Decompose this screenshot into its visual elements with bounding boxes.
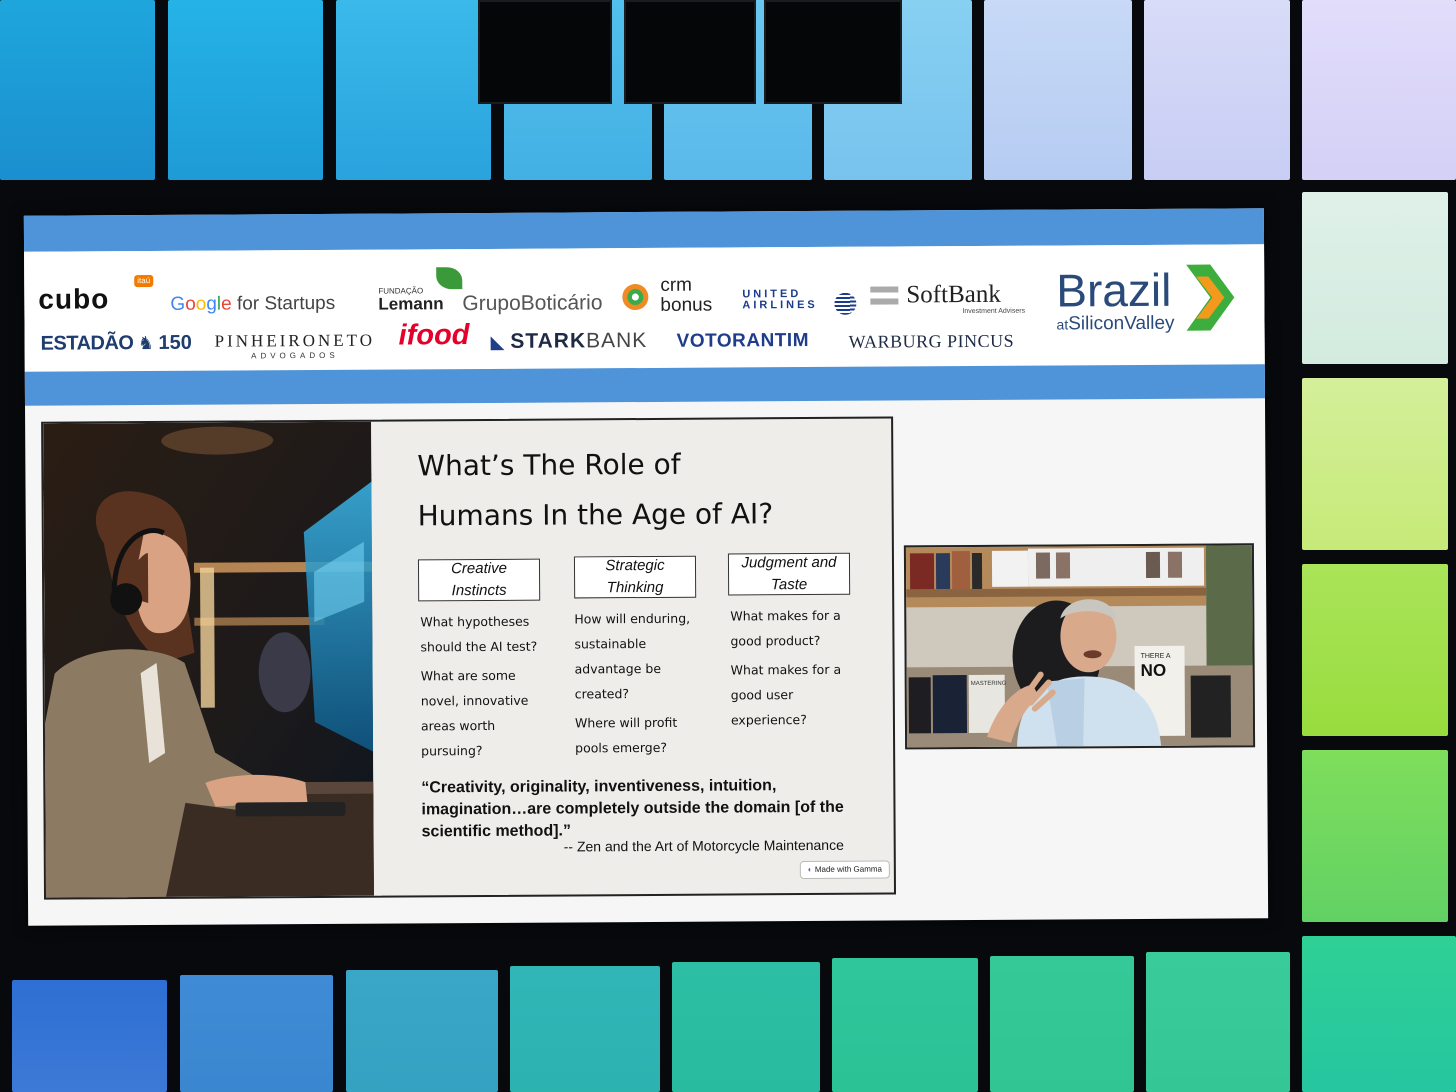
google-text: Google — [170, 293, 232, 315]
column-item: Where will profit pools emerge? — [574, 714, 678, 756]
crm-text: crm — [660, 274, 692, 296]
softbank-text: SoftBank — [906, 280, 1001, 309]
column-heading-line: Taste — [770, 576, 808, 594]
quote-attribution: -- Zen and the Art of Motorcycle Mainten… — [563, 836, 844, 855]
silicon-valley-text: SiliconValley — [1068, 312, 1175, 335]
column-item: How will enduring, sustainable advantage… — [574, 610, 691, 702]
grupo-boticario-logo: GrupoBoticário — [462, 291, 603, 316]
column-heading-line: Creative — [451, 559, 507, 578]
slide-title-line2: Humans In the Age of AI? — [417, 497, 774, 533]
votorantim-logo: VOTORANTIM — [676, 330, 810, 352]
projected-slide: cubo itaú Google for Startups FUNDAÇÃO L… — [23, 208, 1269, 926]
softbank-subtitle: Investment Advisers — [962, 307, 1026, 316]
gamma-badge-text: Made with Gamma — [814, 864, 882, 874]
softbank-bars-icon — [870, 286, 899, 305]
column-heading-line: Instincts — [451, 581, 507, 600]
brazil-text: Brazil — [1056, 263, 1172, 317]
column-body-creative-instincts: What hypotheses should the AI test? What… — [420, 609, 549, 768]
made-with-gamma-badge: ◐ Made with Gamma — [799, 860, 890, 880]
column-heading-line: Strategic — [605, 556, 665, 575]
bank-text: BANK — [586, 328, 648, 353]
advogados-text: ADVOGADOS — [251, 350, 339, 361]
estadao-150-text: 150 — [158, 331, 192, 354]
brazil-at-silicon-valley-logo: Brazil atSiliconValley — [1056, 263, 1235, 336]
woman-at-computer-photo — [43, 421, 375, 898]
united-airlines-logo: UNITED AIRLINES — [742, 288, 857, 315]
lemann-text: Lemann — [378, 294, 444, 314]
no-book-text: NO — [1141, 661, 1167, 680]
speaker-box — [764, 0, 902, 104]
slide-content-card: What’s The Role of Humans In the Age of … — [41, 416, 897, 900]
column-heading-creative-instincts: Creative Instincts — [417, 558, 541, 602]
slide-text-area: What’s The Role of Humans In the Age of … — [371, 419, 894, 896]
stark-text: STARK — [510, 329, 587, 353]
mastering-book-text: MASTERING — [971, 681, 1007, 687]
column-item: What makes for a good user experience? — [730, 661, 842, 728]
estadao-logo: ESTADÃO ♞ 150 — [40, 331, 192, 355]
speaker-video-feed: MASTERING THERE A NO — [903, 543, 1256, 750]
column-heading-line: Thinking — [606, 578, 664, 597]
column-item: What are some novel, innovative areas wo… — [420, 667, 529, 759]
ifood-logo: ifood — [398, 319, 470, 352]
stark-bank-logo: ◣ STARKBANK — [490, 328, 648, 353]
airlines-text: AIRLINES — [742, 298, 818, 312]
zen-quote: “Creativity, originality, inventiveness,… — [421, 777, 844, 841]
google-for-startups-logo: Google for Startups — [170, 292, 336, 315]
bonus-text: bonus — [660, 294, 713, 316]
estadao-text: ESTADÃO — [40, 332, 134, 355]
column-heading-line: Judgment and — [741, 553, 837, 572]
column-heading-judgment-and-taste: Judgment and Taste — [727, 552, 851, 596]
speaker-box — [624, 0, 756, 104]
slide-title-line1: What’s The Role of — [417, 447, 681, 483]
cubo-text: cubo — [38, 283, 110, 315]
itau-badge: itaú — [134, 275, 154, 288]
speaker-box — [478, 0, 612, 104]
at-text: at — [1056, 316, 1069, 333]
at-silicon-valley-text: atSiliconValley — [1056, 313, 1174, 336]
column-body-judgment-and-taste: What makes for a good product? What make… — [730, 603, 857, 737]
estadao-horse-icon: ♞ — [137, 333, 155, 354]
gamma-icon: ◐ — [807, 864, 813, 875]
column-body-strategic-thinking: How will enduring, sustainable advantage… — [574, 606, 703, 765]
there-book-text: THERE A — [1141, 653, 1171, 660]
pinheiro-neto-text: PINHEIRONETO — [214, 330, 376, 351]
header-band-bottom — [24, 364, 1265, 406]
crm-bonus-mark-icon — [622, 284, 649, 311]
stark-arrow-icon: ◣ — [490, 331, 505, 352]
column-heading-strategic-thinking: Strategic Thinking — [573, 555, 697, 599]
fundacao-lemann-logo: FUNDAÇÃO Lemann — [378, 267, 463, 314]
warburg-pincus-logo: WARBURG PINCUS — [848, 330, 1015, 352]
pinheiro-neto-logo: PINHEIRONETO ADVOGADOS — [214, 330, 376, 361]
column-item: What hypotheses should the AI test? — [420, 613, 538, 655]
brazil-chevron-icon — [1186, 264, 1235, 331]
for-startups-text: for Startups — [236, 292, 336, 315]
united-globe-icon — [834, 292, 857, 315]
cubo-logo: cubo itaú — [38, 275, 154, 315]
column-item: What makes for a good product? — [730, 607, 841, 649]
